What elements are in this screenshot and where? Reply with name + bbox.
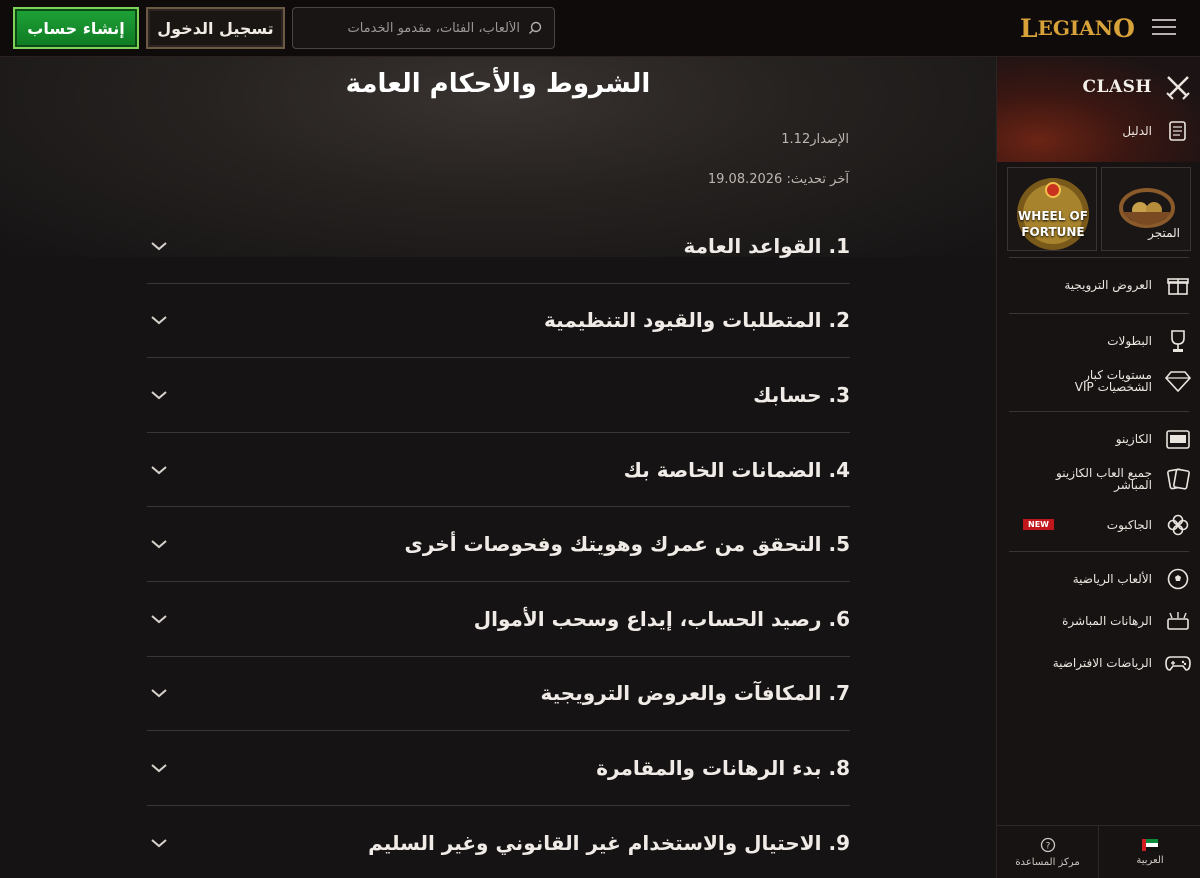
accordion-item[interactable]: 2. المتطلبات والقيود التنظيمية xyxy=(147,284,850,359)
version-text: الإصدار1.12 xyxy=(781,132,849,147)
sidebar-item-casino[interactable]: الكازينو xyxy=(1116,425,1192,453)
swords-icon xyxy=(1164,73,1192,101)
accordion-label: 2. المتطلبات والقيود التنظيمية xyxy=(544,308,850,333)
accordion-item[interactable]: 9. الاحتيال والاستخدام غير القانوني وغير… xyxy=(147,806,850,878)
chevron-down-icon[interactable] xyxy=(149,836,169,850)
cards-icon xyxy=(1164,465,1192,493)
casino-label: الكازينو xyxy=(1115,432,1152,446)
promotions-label: العروض الترويجية xyxy=(1064,278,1152,292)
help-icon: ? xyxy=(1040,837,1055,853)
accordion-label: 9. الاحتيال والاستخدام غير القانوني وغير… xyxy=(368,830,850,855)
new-badge: NEW xyxy=(1023,519,1054,530)
sidebar-divider xyxy=(1009,313,1189,314)
chevron-down-icon[interactable] xyxy=(149,239,169,253)
logo-letter-l: L xyxy=(1020,13,1038,43)
sidebar-item-promotions[interactable]: العروض الترويجية xyxy=(1064,271,1192,299)
accordion-label: 1. القواعد العامة xyxy=(683,233,851,258)
sidebar-item-clash[interactable]: CLASH xyxy=(1082,73,1192,101)
shop-label: المتجر xyxy=(1148,226,1180,240)
chevron-down-icon[interactable] xyxy=(149,537,169,551)
chevron-down-icon[interactable] xyxy=(149,761,169,775)
feature-tiles: WHEEL OF FORTUNE المتجر xyxy=(1007,167,1200,251)
wheel-of-fortune-label: WHEEL OF FORTUNE xyxy=(1018,209,1088,239)
live-casino-label: جميع العاب الكازينو المباشر xyxy=(1056,466,1152,492)
search-input[interactable] xyxy=(300,20,520,36)
wheel-of-fortune-tile[interactable]: WHEEL OF FORTUNE xyxy=(1007,167,1097,251)
top-header: إنشاء حساب تسجيل الدخول LEGIANO xyxy=(0,0,1200,57)
slot-machine-icon xyxy=(1164,425,1192,453)
logo-letters-middle: EGIAN xyxy=(1037,16,1114,40)
trophy-icon xyxy=(1164,327,1192,355)
accordion-item[interactable]: 1. القواعد العامة xyxy=(147,209,850,284)
tournaments-label: البطولات xyxy=(1107,334,1152,348)
help-center-button[interactable]: ? مركز المساعدة xyxy=(997,826,1099,878)
svg-text:?: ? xyxy=(1045,842,1050,852)
right-sidebar: CLASH الدليل WHEEL OF FORTUNE المتجر الع… xyxy=(996,57,1200,878)
chevron-down-icon[interactable] xyxy=(149,463,169,477)
menu-icon[interactable] xyxy=(1152,17,1176,37)
accordion-item[interactable]: 8. بدء الرهانات والمقامرة xyxy=(147,731,850,806)
help-center-label: مركز المساعدة xyxy=(1015,857,1080,868)
sidebar-divider xyxy=(1009,551,1189,552)
sidebar-item-live-casino[interactable]: جميع العاب الكازينو المباشر xyxy=(1056,465,1192,493)
scroll-icon xyxy=(1164,117,1192,145)
language-label: العربية xyxy=(1136,855,1164,866)
accordion-item[interactable]: 4. الضمانات الخاصة بك xyxy=(147,433,850,508)
sidebar-item-live-bets[interactable]: الرهانات المباشرة xyxy=(1062,607,1192,635)
accordion-label: 8. بدء الرهانات والمقامرة xyxy=(596,755,850,780)
accordion-label: 7. المكافآت والعروض الترويجية xyxy=(540,681,850,706)
guide-label: الدليل xyxy=(1122,124,1152,138)
vip-label: مستويات كبار الشخصيات VIP xyxy=(1074,368,1152,394)
accordion-item[interactable]: 6. رصيد الحساب، إيداع وسحب الأموال xyxy=(147,582,850,657)
gamepad-icon xyxy=(1164,649,1192,677)
virtual-sports-label: الرياضات الافتراضية xyxy=(1052,656,1152,670)
sidebar-item-vip[interactable]: مستويات كبار الشخصيات VIP xyxy=(1075,367,1192,395)
sidebar-divider xyxy=(1009,257,1189,258)
chevron-down-icon[interactable] xyxy=(149,313,169,327)
shop-tile[interactable]: المتجر xyxy=(1101,167,1191,251)
ball-icon xyxy=(1164,565,1192,593)
search-box[interactable] xyxy=(292,7,555,49)
chevron-down-icon[interactable] xyxy=(149,612,169,626)
sidebar-item-tournaments[interactable]: البطولات xyxy=(1107,327,1192,355)
register-button[interactable]: إنشاء حساب xyxy=(13,7,139,49)
sports-label: الألعاب الرياضية xyxy=(1072,572,1152,586)
clover-icon xyxy=(1164,511,1192,539)
last-updated-text: آخر تحديث: 19.08.2026 xyxy=(707,172,849,187)
terms-accordion: 1. القواعد العامة 2. المتطلبات والقيود ا… xyxy=(147,209,850,878)
page-title: الشروط والأحكام العامة xyxy=(345,69,651,99)
accordion-item[interactable]: 7. المكافآت والعروض الترويجية xyxy=(147,657,850,732)
accordion-item[interactable]: 3. حسابك xyxy=(147,358,850,433)
sidebar-item-guide[interactable]: الدليل xyxy=(1122,117,1192,145)
language-selector[interactable]: العربية xyxy=(1099,826,1200,878)
sidebar-divider xyxy=(1009,411,1189,412)
logo-letter-o: O xyxy=(1113,13,1135,43)
live-icon xyxy=(1164,607,1192,635)
clash-label: CLASH xyxy=(1082,77,1152,97)
chevron-down-icon[interactable] xyxy=(149,686,169,700)
sidebar-footer: ? مركز المساعدة العربية xyxy=(997,825,1200,878)
login-button[interactable]: تسجيل الدخول xyxy=(146,7,285,49)
accordion-label: 6. رصيد الحساب، إيداع وسحب الأموال xyxy=(473,606,850,631)
live-bets-label: الرهانات المباشرة xyxy=(1062,614,1152,628)
chevron-down-icon[interactable] xyxy=(149,388,169,402)
legiano-logo[interactable]: L EGIAN O xyxy=(1020,12,1138,44)
sidebar-item-sports[interactable]: الألعاب الرياضية xyxy=(1073,565,1192,593)
search-icon[interactable] xyxy=(528,21,542,35)
accordion-label: 4. الضمانات الخاصة بك xyxy=(623,457,850,482)
gift-icon xyxy=(1164,271,1192,299)
flag-icon xyxy=(1142,839,1158,851)
accordion-label: 5. التحقق من عمرك وهويتك وفحوصات أخرى xyxy=(404,532,850,557)
main-content: الشروط والأحكام العامة الإصدار1.12 آخر ت… xyxy=(0,57,996,878)
accordion-label: 3. حسابك xyxy=(753,382,850,407)
sidebar-item-virtual-sports[interactable]: الرياضات الافتراضية xyxy=(1053,649,1192,677)
diamond-icon xyxy=(1164,367,1192,395)
sidebar-item-jackpot[interactable]: الجاكبوت xyxy=(1107,511,1192,539)
jackpot-label: الجاكبوت xyxy=(1106,518,1152,532)
accordion-item[interactable]: 5. التحقق من عمرك وهويتك وفحوصات أخرى xyxy=(147,507,850,582)
